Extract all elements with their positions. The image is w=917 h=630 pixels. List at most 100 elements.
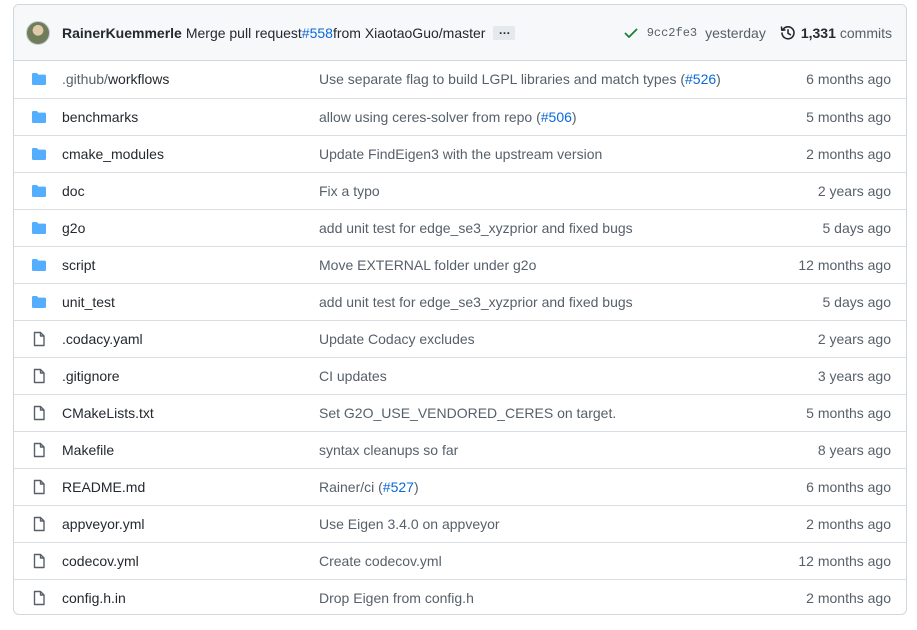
file-commit-message[interactable]: Use separate flag to build LGPL librarie… bbox=[319, 71, 721, 87]
commit-message-text[interactable]: Use Eigen 3.4.0 on appveyor bbox=[319, 516, 500, 532]
file-name[interactable]: CMakeLists.txt bbox=[62, 405, 154, 421]
commit-message-text[interactable]: add unit test for edge_se3_xyzprior and … bbox=[319, 220, 633, 236]
commit-message-text[interactable]: Drop Eigen from config.h bbox=[319, 590, 474, 606]
file-row[interactable]: g2o add unit test for edge_se3_xyzprior … bbox=[14, 209, 906, 246]
file-name-prefix[interactable]: .github/ bbox=[62, 71, 108, 87]
file-name-link[interactable]: config.h.in bbox=[62, 590, 126, 606]
file-row[interactable]: config.h.in Drop Eigen from config.h 2 m… bbox=[14, 579, 906, 614]
file-name-link[interactable]: codecov.yml bbox=[62, 553, 139, 569]
file-commit-message[interactable]: Rainer/ci (#527) bbox=[319, 479, 419, 495]
file-row[interactable]: codecov.yml Create codecov.yml 12 months… bbox=[14, 542, 906, 579]
file-commit-message[interactable]: add unit test for edge_se3_xyzprior and … bbox=[319, 294, 633, 310]
file-row[interactable]: README.md Rainer/ci (#527) 6 months ago bbox=[14, 468, 906, 505]
file-row[interactable]: script Move EXTERNAL folder under g2o 12… bbox=[14, 246, 906, 283]
file-row[interactable]: .gitignore CI updates 3 years ago bbox=[14, 357, 906, 394]
file-name[interactable]: .gitignore bbox=[62, 368, 120, 384]
file-name-link[interactable]: Makefile bbox=[62, 442, 114, 458]
file-name[interactable]: config.h.in bbox=[62, 590, 126, 606]
commit-message-text-end[interactable]: ) bbox=[716, 71, 721, 87]
file-name[interactable]: workflows bbox=[108, 71, 169, 87]
file-name-link[interactable]: CMakeLists.txt bbox=[62, 405, 154, 421]
file-name-link[interactable]: README.md bbox=[62, 479, 145, 495]
file-name-link[interactable]: benchmarks bbox=[62, 109, 138, 125]
file-name[interactable]: unit_test bbox=[62, 294, 115, 310]
file-row[interactable]: appveyor.yml Use Eigen 3.4.0 on appveyor… bbox=[14, 505, 906, 542]
file-name-link[interactable]: .github/workflows bbox=[62, 71, 169, 87]
file-commit-message[interactable]: Fix a typo bbox=[319, 183, 380, 199]
file-commit-message[interactable]: allow using ceres-solver from repo (#506… bbox=[319, 109, 577, 125]
expand-commit-message-button[interactable]: … bbox=[493, 24, 516, 40]
commit-message-text[interactable]: Fix a typo bbox=[319, 183, 380, 199]
file-row[interactable]: .github/workflows Use separate flag to b… bbox=[14, 61, 906, 98]
file-name[interactable]: .codacy.yaml bbox=[62, 331, 143, 347]
author-avatar[interactable] bbox=[26, 20, 50, 45]
commit-message-text[interactable]: Create codecov.yml bbox=[319, 553, 442, 569]
file-name[interactable]: README.md bbox=[62, 479, 145, 495]
file-icon bbox=[33, 442, 45, 458]
file-name-link[interactable]: appveyor.yml bbox=[62, 516, 144, 532]
file-name-link[interactable]: cmake_modules bbox=[62, 146, 164, 162]
file-row[interactable]: unit_test add unit test for edge_se3_xyz… bbox=[14, 283, 906, 320]
file-commit-age: 5 months ago bbox=[806, 405, 891, 421]
commit-message-text[interactable]: allow using ceres-solver from repo ( bbox=[319, 109, 541, 125]
commit-message-prefix[interactable]: Merge pull request bbox=[186, 25, 302, 41]
commit-message-text[interactable]: Rainer/ci ( bbox=[319, 479, 383, 495]
file-name-link[interactable]: .gitignore bbox=[62, 368, 120, 384]
file-name[interactable]: benchmarks bbox=[62, 109, 138, 125]
commits-label[interactable]: commits bbox=[840, 25, 892, 41]
commit-message-text-end[interactable]: ) bbox=[414, 479, 419, 495]
file-name[interactable]: g2o bbox=[62, 220, 85, 236]
file-row[interactable]: doc Fix a typo 2 years ago bbox=[14, 172, 906, 209]
commit-message-text[interactable]: Set G2O_USE_VENDORED_CERES on target. bbox=[319, 405, 616, 421]
commit-message-pr-link[interactable]: #506 bbox=[541, 109, 572, 125]
commit-message-text[interactable]: Use separate flag to build LGPL librarie… bbox=[319, 71, 685, 87]
file-commit-age: 12 months ago bbox=[798, 553, 891, 569]
file-commit-message[interactable]: add unit test for edge_se3_xyzprior and … bbox=[319, 220, 633, 236]
file-commit-message[interactable]: Update Codacy excludes bbox=[319, 331, 475, 347]
file-commit-age: 6 months ago bbox=[806, 479, 891, 495]
file-commit-message[interactable]: syntax cleanups so far bbox=[319, 442, 458, 458]
file-name-link[interactable]: script bbox=[62, 257, 95, 273]
commit-message-pr-link[interactable]: #526 bbox=[685, 71, 716, 87]
file-commit-message[interactable]: Drop Eigen from config.h bbox=[319, 590, 474, 606]
file-commit-message[interactable]: Use Eigen 3.4.0 on appveyor bbox=[319, 516, 500, 532]
file-row[interactable]: Makefile syntax cleanups so far 8 years … bbox=[14, 431, 906, 468]
file-row[interactable]: benchmarks allow using ceres-solver from… bbox=[14, 98, 906, 135]
commit-message-text[interactable]: add unit test for edge_se3_xyzprior and … bbox=[319, 294, 633, 310]
commit-message-text[interactable]: Move EXTERNAL folder under g2o bbox=[319, 257, 536, 273]
check-icon[interactable] bbox=[623, 25, 639, 41]
file-name[interactable]: appveyor.yml bbox=[62, 516, 144, 532]
file-commit-age: 6 months ago bbox=[806, 71, 891, 87]
file-row[interactable]: cmake_modules Update FindEigen3 with the… bbox=[14, 135, 906, 172]
file-name[interactable]: codecov.yml bbox=[62, 553, 139, 569]
file-name[interactable]: script bbox=[62, 257, 95, 273]
commit-message-text[interactable]: Update FindEigen3 with the upstream vers… bbox=[319, 146, 602, 162]
commit-message-text[interactable]: CI updates bbox=[319, 368, 387, 384]
commit-message-text[interactable]: Update Codacy excludes bbox=[319, 331, 475, 347]
file-name-link[interactable]: .codacy.yaml bbox=[62, 331, 143, 347]
file-commit-message[interactable]: Move EXTERNAL folder under g2o bbox=[319, 257, 536, 273]
commit-message-text[interactable]: syntax cleanups so far bbox=[319, 442, 458, 458]
commit-pr-link[interactable]: #558 bbox=[302, 25, 333, 41]
file-commit-message[interactable]: Create codecov.yml bbox=[319, 553, 442, 569]
commit-message-pr-link[interactable]: #527 bbox=[383, 479, 414, 495]
file-commit-age: 3 years ago bbox=[817, 368, 891, 384]
file-name[interactable]: cmake_modules bbox=[62, 146, 164, 162]
file-commit-age: 2 years ago bbox=[817, 183, 891, 199]
file-name[interactable]: doc bbox=[62, 183, 85, 199]
file-row[interactable]: .codacy.yaml Update Codacy excludes 2 ye… bbox=[14, 320, 906, 357]
file-name[interactable]: Makefile bbox=[62, 442, 114, 458]
file-commit-message[interactable]: Set G2O_USE_VENDORED_CERES on target. bbox=[319, 405, 616, 421]
file-row[interactable]: CMakeLists.txt Set G2O_USE_VENDORED_CERE… bbox=[14, 394, 906, 431]
file-commit-message[interactable]: CI updates bbox=[319, 368, 387, 384]
commit-sha[interactable]: 9cc2fe3 bbox=[647, 26, 697, 40]
commits-count[interactable]: 1,331 bbox=[801, 25, 836, 41]
history-icon[interactable] bbox=[780, 25, 796, 41]
file-commit-message[interactable]: Update FindEigen3 with the upstream vers… bbox=[319, 146, 602, 162]
file-name-link[interactable]: unit_test bbox=[62, 294, 115, 310]
commit-message-text-end[interactable]: ) bbox=[572, 109, 577, 125]
commit-message-suffix[interactable]: from XiaotaoGuo/master bbox=[333, 25, 486, 41]
file-name-link[interactable]: doc bbox=[62, 183, 85, 199]
file-name-link[interactable]: g2o bbox=[62, 220, 85, 236]
commit-author[interactable]: RainerKuemmerle bbox=[62, 25, 182, 41]
